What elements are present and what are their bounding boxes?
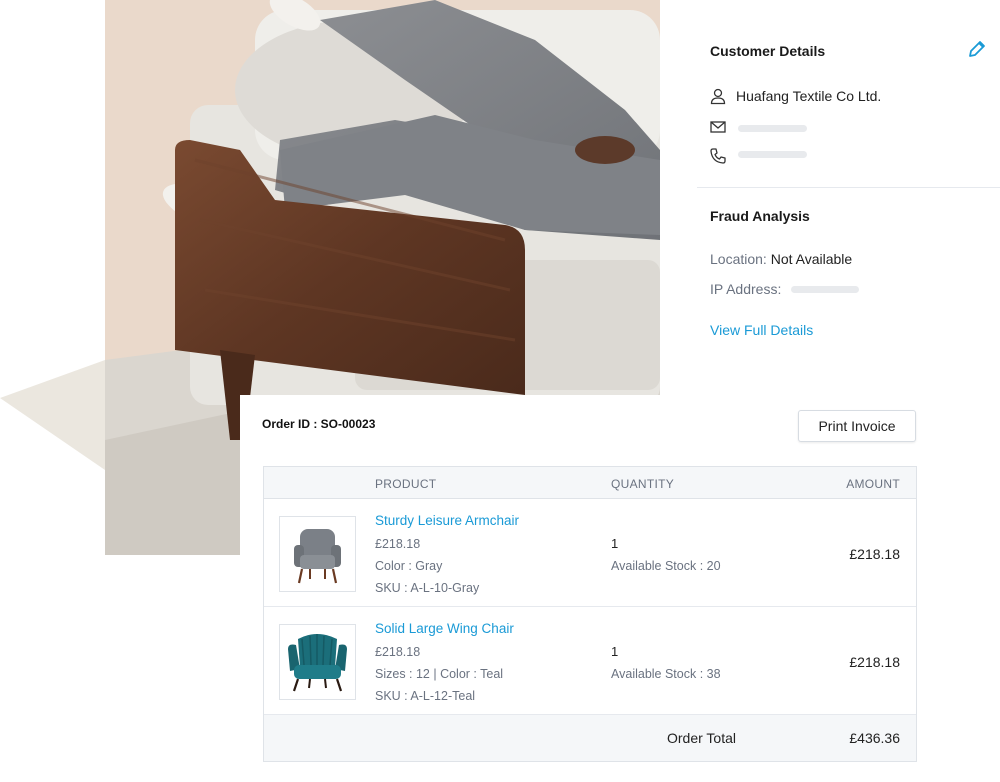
product-price: £218.18	[375, 645, 421, 659]
customer-name-row: Huafang Textile Co Ltd.	[708, 86, 881, 106]
location-row: Location: Not Available	[710, 251, 852, 267]
available-stock: Available Stock : 38	[611, 667, 721, 681]
ip-placeholder	[791, 286, 859, 293]
view-full-details-link[interactable]: View Full Details	[710, 322, 813, 338]
phone-placeholder	[738, 151, 807, 158]
product-amount: £218.18	[849, 546, 900, 562]
product-quantity: 1	[611, 644, 619, 659]
product-thumbnail[interactable]	[279, 624, 356, 700]
product-quantity: 1	[611, 536, 619, 551]
wing-chair-icon	[288, 634, 347, 692]
mail-icon	[708, 117, 728, 137]
order-total-value: £436.36	[849, 730, 900, 746]
product-price: £218.18	[375, 537, 421, 551]
fraud-analysis-title: Fraud Analysis	[710, 208, 810, 224]
customer-details-title: Customer Details	[710, 43, 826, 59]
product-amount: £218.18	[849, 654, 900, 670]
product-sku: SKU : A-L-12-Teal	[375, 689, 476, 703]
column-amount: AMOUNT	[846, 477, 900, 491]
order-total-row: Order Total £436.36	[264, 715, 916, 761]
column-product: PRODUCT	[375, 477, 437, 491]
edit-customer-button[interactable]	[966, 38, 988, 60]
phone-icon	[708, 146, 728, 166]
customer-name: Huafang Textile Co Ltd.	[736, 88, 882, 104]
table-row: Sturdy Leisure Armchair £218.18 Color : …	[264, 499, 916, 607]
column-quantity: QUANTITY	[611, 477, 675, 491]
email-placeholder	[738, 125, 807, 132]
order-card: Order ID : SO-00023 Print Invoice PRODUC…	[240, 395, 1000, 782]
product-attributes: Sizes : 12 | Color : Teal	[375, 667, 504, 681]
customer-phone-row	[708, 146, 728, 166]
product-name[interactable]: Solid Large Wing Chair	[375, 621, 514, 636]
product-thumbnail[interactable]	[279, 516, 356, 592]
print-invoice-button[interactable]: Print Invoice	[798, 410, 916, 442]
product-name[interactable]: Sturdy Leisure Armchair	[375, 513, 519, 528]
armchair-icon	[294, 529, 341, 584]
table-row: Solid Large Wing Chair £218.18 Sizes : 1…	[264, 607, 916, 715]
product-sku: SKU : A-L-10-Gray	[375, 581, 480, 595]
order-id: Order ID : SO-00023	[262, 417, 376, 431]
customer-panel: Customer Details Huafang Textile Co Ltd.…	[697, 0, 1000, 360]
user-icon	[708, 86, 728, 106]
ip-label: IP Address:	[710, 281, 782, 297]
available-stock: Available Stock : 20	[611, 559, 721, 573]
panel-divider	[697, 187, 1000, 188]
order-items-table: PRODUCT QUANTITY AMOUNT Sturdy Leisure A…	[263, 466, 917, 762]
table-header: PRODUCT QUANTITY AMOUNT	[264, 467, 916, 499]
product-attributes: Color : Gray	[375, 559, 443, 573]
pencil-icon	[969, 41, 985, 57]
ip-row: IP Address:	[710, 281, 781, 297]
location-value: Not Available	[770, 251, 853, 267]
location-label: Location:	[710, 251, 767, 267]
customer-email-row	[708, 117, 728, 137]
order-total-label: Order Total	[667, 730, 736, 746]
